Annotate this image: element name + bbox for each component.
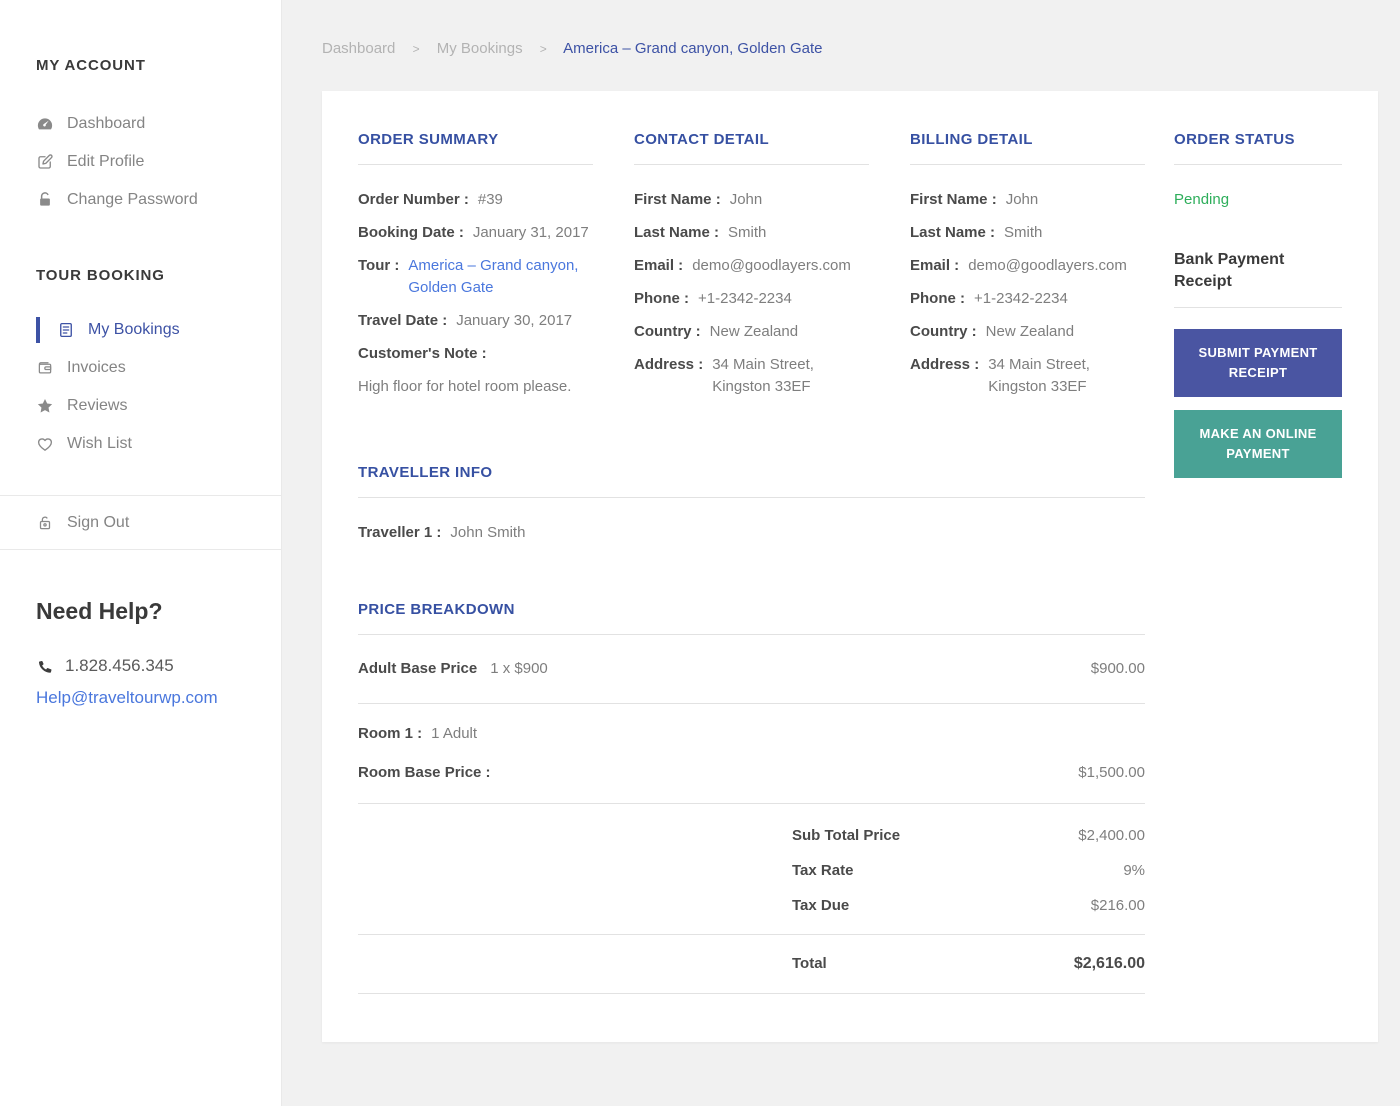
sidebar-item-sign-out[interactable]: Sign Out — [0, 496, 281, 549]
need-help-heading: Need Help? — [36, 598, 163, 624]
phone-icon — [36, 658, 53, 675]
sidebar-item-edit-profile[interactable]: Edit Profile — [36, 143, 261, 181]
sidebar-item-label: Wish List — [67, 435, 132, 452]
phone-row: Phone : +1-2342-2234 — [910, 290, 1068, 307]
submit-payment-receipt-button[interactable]: SUBMIT PAYMENT RECEIPT — [1174, 329, 1342, 397]
phone-row: Phone : +1-2342-2234 — [634, 290, 792, 307]
order-number-row: Order Number : #39 — [358, 191, 503, 208]
email-row: Email : demo@goodlayers.com — [634, 257, 851, 274]
active-indicator — [36, 317, 40, 343]
breadcrumb-separator: > — [539, 42, 547, 56]
last-name-row: Last Name : Smith — [910, 224, 1043, 241]
page: MY ACCOUNT Dashboard Edit Profile Change… — [0, 0, 1400, 1106]
sidebar-item-label: Invoices — [67, 359, 126, 376]
my-account-nav: Dashboard Edit Profile Change Password — [36, 105, 261, 219]
status-badge: Pending — [1174, 191, 1230, 208]
order-status-column: ORDER STATUS Pending Bank Payment Receip… — [1174, 129, 1342, 994]
tax-due-row: Tax Due $216.00 — [792, 897, 1145, 914]
address-row: Address : 34 Main Street, Kingston 33EF — [634, 356, 814, 395]
make-online-payment-button[interactable]: MAKE AN ONLINE PAYMENT — [1174, 410, 1342, 478]
section-divider — [1174, 307, 1342, 308]
room-occupancy-row: Room 1 : 1 Adult — [358, 725, 478, 742]
sidebar-item-label: Change Password — [67, 191, 198, 208]
sidebar-item-label: Edit Profile — [67, 153, 145, 170]
heart-icon — [36, 435, 54, 453]
bank-payment-receipt-label: Bank Payment Receipt — [1174, 251, 1285, 290]
wallet-icon — [36, 359, 54, 377]
breadcrumb-my-bookings[interactable]: My Bookings — [437, 40, 523, 57]
breadcrumb-dashboard[interactable]: Dashboard — [322, 40, 395, 57]
dashboard-icon — [36, 115, 54, 133]
sidebar-item-wish-list[interactable]: Wish List — [36, 425, 261, 463]
price-breakdown-heading: PRICE BREAKDOWN — [358, 601, 515, 618]
billing-detail-section: BILLING DETAIL First Name : John Last Na… — [910, 129, 1145, 409]
travel-date-row: Travel Date : January 30, 2017 — [358, 312, 573, 329]
sidebar-item-label: Sign Out — [67, 513, 130, 531]
order-status-heading: ORDER STATUS — [1174, 131, 1295, 148]
address-row: Address : 34 Main Street, Kingston 33EF — [910, 356, 1090, 395]
section-divider — [358, 164, 593, 165]
contact-detail-section: CONTACT DETAIL First Name : John Last Na… — [634, 129, 869, 409]
breadcrumb-current: America – Grand canyon, Golden Gate — [563, 40, 823, 57]
sidebar-item-label: My Bookings — [88, 321, 180, 338]
billing-detail-heading: BILLING DETAIL — [910, 131, 1033, 148]
help-phone-number: 1.828.456.345 — [65, 656, 174, 675]
section-divider — [910, 164, 1145, 165]
sub-total-row: Sub Total Price $2,400.00 — [792, 827, 1145, 844]
star-icon — [36, 397, 54, 415]
first-name-row: First Name : John — [634, 191, 763, 208]
tour-row: Tour : America – Grand canyon, Golden Ga… — [358, 255, 593, 299]
sidebar-item-change-password[interactable]: Change Password — [36, 181, 261, 219]
help-phone: 1.828.456.345 — [36, 656, 261, 676]
room-price-block: Room 1 : 1 Adult Room Base Price : $1,50… — [358, 704, 1145, 804]
email-row: Email : demo@goodlayers.com — [910, 257, 1127, 274]
breadcrumb: Dashboard > My Bookings > America – Gran… — [322, 40, 1378, 58]
sidebar-item-dashboard[interactable]: Dashboard — [36, 105, 261, 143]
tour-booking-nav: My Bookings Invoices Reviews Wish List — [36, 311, 261, 463]
first-name-row: First Name : John — [910, 191, 1039, 208]
booking-date-row: Booking Date : January 31, 2017 — [358, 224, 589, 241]
price-breakdown-section: PRICE BREAKDOWN Adult Base Price 1 x $90… — [358, 599, 1145, 994]
breadcrumb-separator: > — [412, 42, 420, 56]
traveller-info-section: TRAVELLER INFO Traveller 1 : John Smith — [358, 462, 1145, 544]
country-row: Country : New Zealand — [634, 323, 799, 340]
booking-detail-card: ORDER SUMMARY Order Number : #39 Booking… — [322, 91, 1378, 1042]
traveller-row: Traveller 1 : John Smith — [358, 524, 526, 541]
customer-note-text: High floor for hotel room please. — [358, 378, 572, 395]
main-content: Dashboard > My Bookings > America – Gran… — [282, 0, 1400, 1106]
sidebar-item-invoices[interactable]: Invoices — [36, 349, 261, 387]
total-row: Total $2,616.00 — [358, 935, 1145, 994]
section-divider — [634, 164, 869, 165]
adult-base-price-row: Adult Base Price 1 x $900 $900.00 — [358, 635, 1145, 704]
my-account-heading: MY ACCOUNT — [36, 57, 146, 74]
need-help-panel: Need Help? 1.828.456.345 Help@traveltour… — [0, 550, 281, 708]
tour-booking-heading: TOUR BOOKING — [36, 267, 165, 284]
tax-rate-row: Tax Rate 9% — [792, 862, 1145, 879]
room-base-price-row: Room Base Price : $1,500.00 — [358, 764, 1145, 781]
contact-detail-heading: CONTACT DETAIL — [634, 131, 770, 148]
order-summary-section: ORDER SUMMARY Order Number : #39 Booking… — [358, 129, 593, 409]
edit-icon — [36, 153, 54, 171]
country-row: Country : New Zealand — [910, 323, 1075, 340]
unlock-icon — [36, 514, 54, 532]
section-divider — [1174, 164, 1342, 165]
sidebar-item-label: Dashboard — [67, 115, 146, 132]
section-divider — [358, 497, 1145, 498]
sidebar-item-reviews[interactable]: Reviews — [36, 387, 261, 425]
sidebar-item-label: Reviews — [67, 397, 128, 414]
document-icon — [57, 321, 75, 339]
help-email-link[interactable]: Help@traveltourwp.com — [36, 688, 218, 708]
tour-link[interactable]: America – Grand canyon, Golden Gate — [408, 255, 593, 299]
last-name-row: Last Name : Smith — [634, 224, 767, 241]
lock-icon — [36, 191, 54, 209]
sidebar: MY ACCOUNT Dashboard Edit Profile Change… — [0, 0, 282, 1106]
totals-block: Sub Total Price $2,400.00 Tax Rate 9% Ta… — [358, 804, 1145, 935]
order-summary-heading: ORDER SUMMARY — [358, 131, 499, 148]
customer-note-row: Customer's Note : — [358, 345, 487, 362]
sidebar-item-my-bookings[interactable]: My Bookings — [36, 311, 261, 349]
traveller-info-heading: TRAVELLER INFO — [358, 464, 493, 481]
